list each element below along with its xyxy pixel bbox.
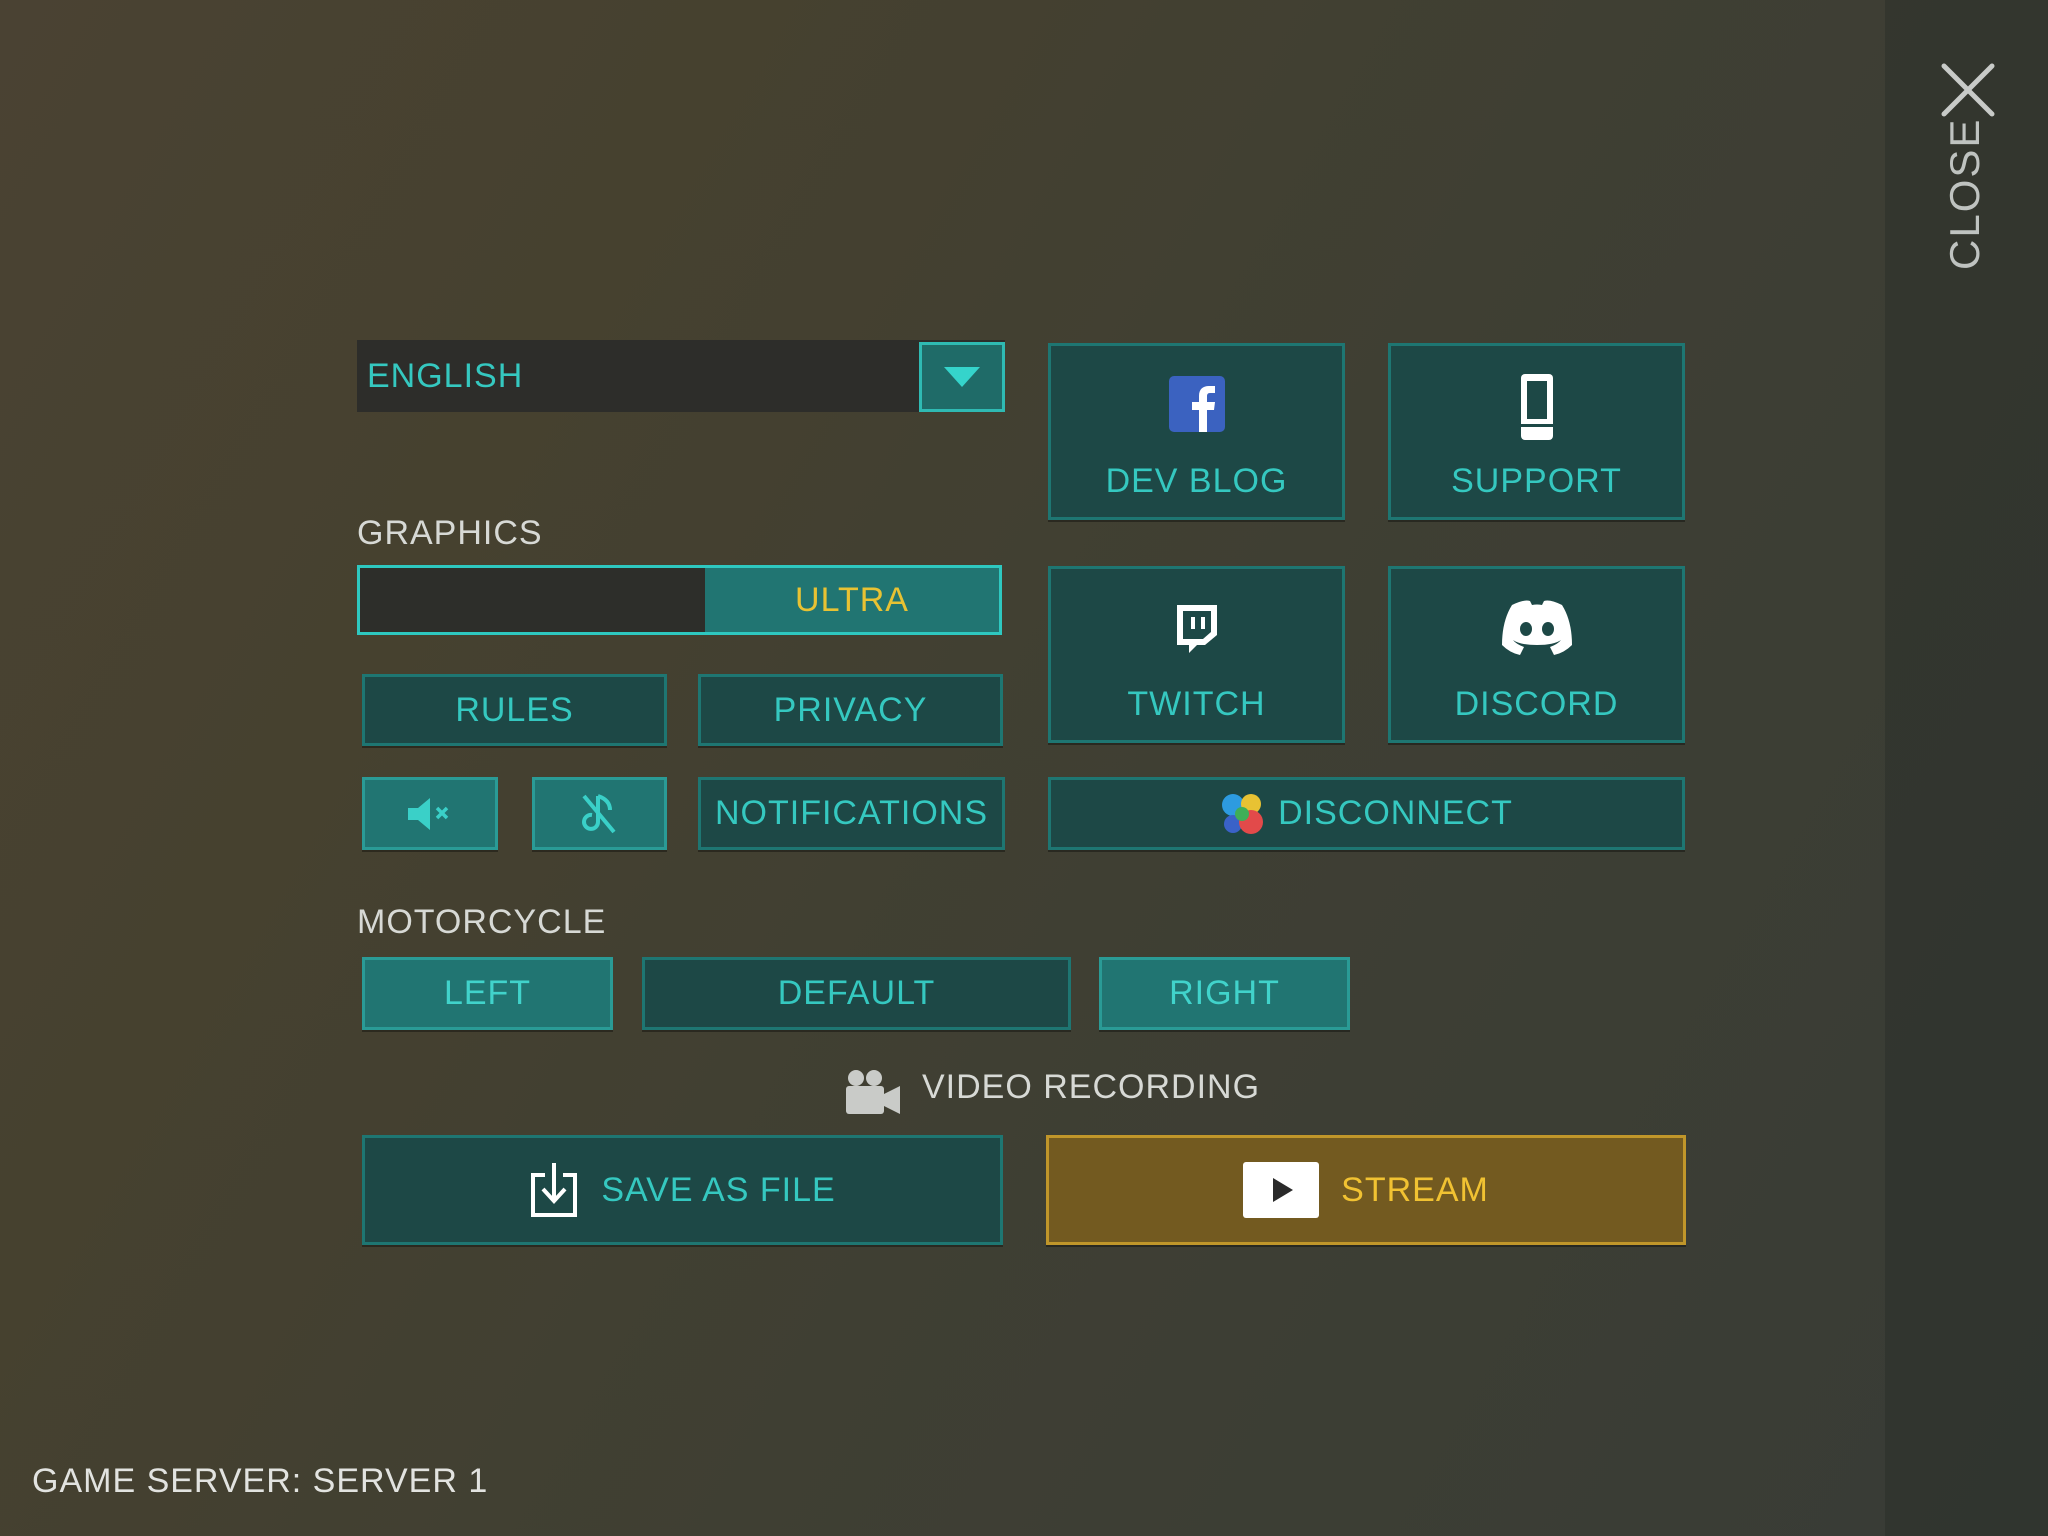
graphics-label: GRAPHICS <box>357 514 543 552</box>
close-icon[interactable] <box>1940 62 1996 118</box>
language-select[interactable]: ENGLISH <box>357 340 1005 412</box>
rules-button[interactable]: RULES <box>362 674 667 746</box>
graphics-slider[interactable]: ULTRA <box>357 565 1002 635</box>
phone-icon <box>1517 372 1557 442</box>
twitch-label: TWITCH <box>1127 685 1266 723</box>
facebook-icon <box>1168 376 1225 432</box>
motorcycle-label: MOTORCYCLE <box>357 903 607 941</box>
dev-blog-label: DEV BLOG <box>1105 462 1288 500</box>
support-label: SUPPORT <box>1451 462 1622 500</box>
download-icon <box>529 1161 579 1219</box>
discord-button[interactable]: DISCORD <box>1388 566 1685 743</box>
close-label[interactable]: CLOSE <box>1935 118 1995 270</box>
video-recording-label: VIDEO RECORDING <box>922 1068 1261 1106</box>
motorcycle-right-button[interactable]: RIGHT <box>1099 957 1350 1030</box>
support-button[interactable]: SUPPORT <box>1388 343 1685 520</box>
language-dropdown-button[interactable] <box>919 342 1005 412</box>
video-camera-icon <box>844 1068 902 1116</box>
save-as-file-button[interactable]: SAVE AS FILE <box>362 1135 1003 1245</box>
disconnect-label: DISCONNECT <box>1278 794 1513 832</box>
twitch-button[interactable]: TWITCH <box>1048 566 1345 743</box>
discord-label: DISCORD <box>1454 685 1619 723</box>
notifications-button[interactable]: NOTIFICATIONS <box>698 777 1005 850</box>
stream-button[interactable]: STREAM <box>1046 1135 1686 1245</box>
chevron-down-icon <box>944 367 980 387</box>
game-server-status: GAME SERVER: SERVER 1 <box>32 1462 489 1500</box>
graphics-level: ULTRA <box>705 568 999 632</box>
play-icon <box>1243 1162 1320 1218</box>
music-toggle-button[interactable] <box>532 777 667 850</box>
motorcycle-default-button[interactable]: DEFAULT <box>642 957 1071 1030</box>
disconnect-button[interactable]: DISCONNECT <box>1048 777 1685 850</box>
google-play-games-icon <box>1220 792 1266 836</box>
motorcycle-left-button[interactable]: LEFT <box>362 957 613 1030</box>
music-off-icon <box>581 793 616 833</box>
stream-label: STREAM <box>1341 1170 1489 1209</box>
privacy-button[interactable]: PRIVACY <box>698 674 1003 746</box>
sound-toggle-button[interactable] <box>362 777 498 850</box>
dev-blog-button[interactable]: DEV BLOG <box>1048 343 1345 520</box>
discord-icon <box>1498 599 1576 655</box>
speaker-mute-icon <box>408 797 449 830</box>
twitch-icon <box>1173 603 1221 655</box>
language-value: ENGLISH <box>367 357 524 395</box>
save-as-file-label: SAVE AS FILE <box>601 1170 836 1209</box>
